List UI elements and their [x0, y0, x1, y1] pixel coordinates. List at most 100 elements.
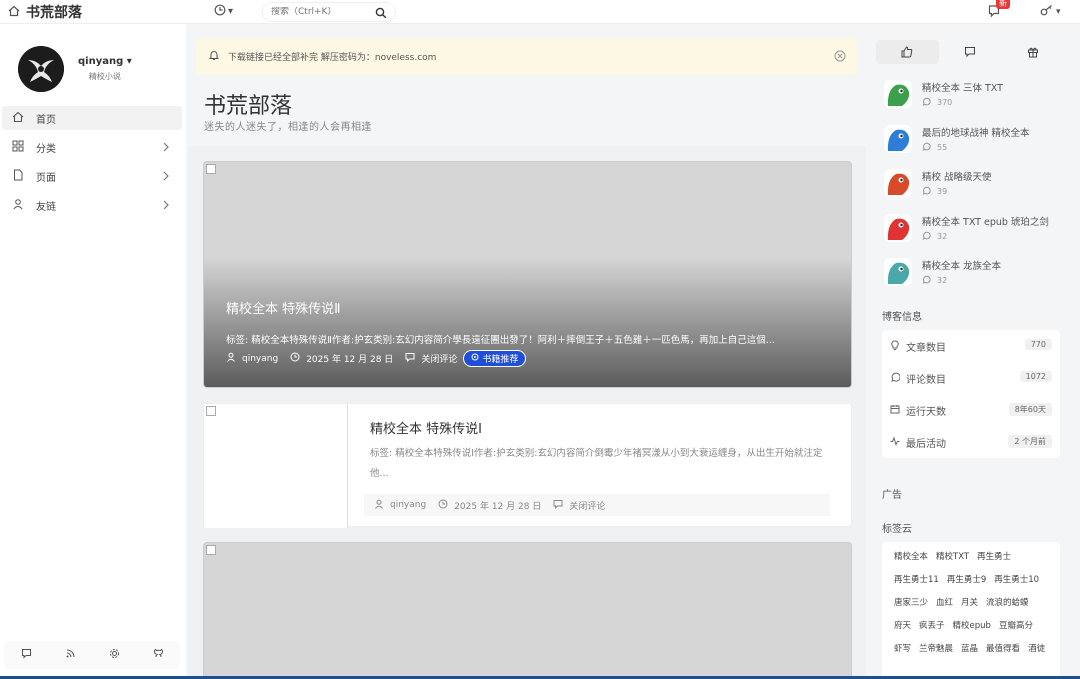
page-subtitle: 迷失的人迷失了，相逢的人会再相逢 [204, 122, 372, 133]
stat-comments: 评论数目 1072 [882, 362, 1060, 394]
post-thumbnail[interactable] [884, 258, 912, 286]
hot-post-item[interactable]: 精校全本 三体 TXT 370 [876, 76, 1064, 121]
tab-gifts[interactable] [1001, 40, 1064, 64]
tag-link[interactable]: 府天 [894, 619, 911, 631]
post-thumbnail[interactable] [884, 124, 912, 153]
post-title[interactable]: 精校 战略级天使 [922, 169, 992, 183]
settings-icon[interactable] [109, 648, 120, 662]
left-sidebar: qinyang ▾ 精校小说 首页 分类 页面 友链 [0, 24, 186, 679]
comment-icon[interactable] [21, 648, 32, 662]
post-title[interactable]: 精校全本 龙族全本 [922, 258, 1001, 272]
comment-count: 370 [922, 97, 952, 108]
hot-post-item[interactable]: 精校 战略级天使 39 [876, 165, 1064, 210]
page-title: 书荒部落 [204, 94, 293, 119]
stat-value: 8年60天 [1008, 403, 1052, 416]
post-title[interactable]: 精校全本 TXT epub 琥珀之剑 [922, 214, 1049, 228]
tag-link[interactable]: 虾写 [894, 642, 911, 654]
post-title[interactable]: 精校全本 三体 TXT [922, 80, 1003, 94]
sidebar-item-links[interactable]: 友链 [2, 193, 182, 217]
comment-icon [922, 186, 931, 197]
calendar-icon [890, 404, 900, 417]
rss-icon[interactable] [65, 648, 76, 662]
github-icon[interactable] [153, 648, 164, 662]
tab-likes[interactable] [876, 40, 939, 64]
user-menu-button[interactable]: ▾ [1040, 4, 1061, 19]
sidebar-item-home[interactable]: 首页 [2, 106, 182, 130]
search-input[interactable] [271, 7, 371, 17]
tag-link[interactable]: 月关 [961, 596, 978, 608]
chevron-right-icon [162, 200, 170, 213]
tag-link[interactable]: 血红 [936, 596, 953, 608]
tag-link[interactable]: 疯丢子 [919, 619, 945, 631]
tag-link[interactable]: 精校epub [953, 619, 991, 631]
sidebar-item-category[interactable]: 分类 [2, 135, 182, 159]
stat-days: 运行天数 8年60天 [882, 394, 1060, 426]
home-icon [12, 111, 24, 126]
tag-link[interactable]: 酒徒 [1028, 642, 1045, 654]
post-date: 2025 年 12 月 28 日 [306, 355, 394, 365]
user-icon [226, 352, 236, 365]
hot-post-item[interactable]: 精校全本 龙族全本 32 [876, 254, 1064, 299]
comment-icon [965, 47, 975, 58]
clock-icon [290, 352, 300, 365]
post-author[interactable]: qinyang [242, 354, 278, 364]
tag-link[interactable]: 再生勇士9 [947, 573, 986, 585]
tag-link[interactable]: 豆瓣高分 [999, 619, 1033, 631]
tag-link[interactable]: 蓝晶 [961, 642, 978, 654]
post-thumbnail[interactable] [884, 169, 912, 197]
profile-subtitle: 精校小说 [88, 72, 121, 81]
stat-posts: 文章数目 770 [882, 330, 1060, 362]
tag-link[interactable]: 最值得看 [986, 642, 1020, 654]
hot-post-item[interactable]: 最后的地球战神 精校全本 55 [876, 121, 1064, 166]
sidebar-item-label: 首页 [36, 114, 56, 126]
stat-value: 2 个月前 [1008, 435, 1052, 448]
post-title[interactable]: 精校全本 特殊传说Ⅰ [370, 418, 482, 437]
post-thumbnail[interactable] [884, 213, 912, 242]
post-author[interactable]: qinyang [390, 500, 426, 510]
tag-link[interactable]: 精校TXT [936, 550, 969, 562]
tag-link[interactable]: 再生勇士10 [994, 573, 1039, 585]
tag-link[interactable]: 精校全本 [894, 550, 928, 562]
post-card-featured[interactable]: 精校全本 特殊传说Ⅱ 标签: 精校全本特殊传说Ⅱ作者:护玄类别:玄幻内容简介學長… [203, 161, 852, 388]
comment-count: 39 [922, 186, 947, 197]
blog-info-title: 博客信息 [882, 312, 922, 323]
post-meta: qinyang 2025 年 12 月 28 日 关闭评论 书籍推荐 [226, 350, 527, 367]
hot-tabs [876, 40, 1064, 64]
tab-comments[interactable] [939, 40, 1002, 64]
user-icon [374, 499, 384, 512]
hot-post-item[interactable]: 精校全本 TXT epub 琥珀之剑 32 [876, 210, 1064, 255]
tag-link[interactable]: 再生勇士11 [894, 573, 939, 585]
sidebar-nav: 首页 分类 页面 友链 [2, 106, 182, 222]
post-thumbnail[interactable] [884, 80, 912, 108]
post-excerpt: 标签: 精校全本特殊传说Ⅰ作者:护玄类别:玄幻内容简介倒霉少年褚冥漾从小到大衰运… [370, 448, 823, 479]
post-card-featured[interactable] [203, 542, 852, 679]
close-icon[interactable] [834, 50, 846, 65]
tag-link[interactable]: 兰帝魅晨 [919, 642, 953, 654]
chevron-right-icon [162, 171, 170, 184]
comment-icon [890, 372, 901, 385]
search-box[interactable] [262, 2, 396, 22]
site-logo[interactable]: 书荒部落 [8, 2, 82, 22]
history-dropdown[interactable]: ▾ [214, 4, 233, 19]
sidebar-footer [4, 641, 180, 669]
tag-link[interactable]: 唐家三少 [894, 596, 928, 608]
search-icon[interactable] [375, 7, 387, 22]
tag-link[interactable]: 流浪的蛤蟆 [986, 596, 1029, 608]
thumbs-up-icon [901, 46, 913, 58]
caret-down-icon: ▾ [1056, 6, 1061, 17]
post-title[interactable]: 精校全本 特殊传说Ⅱ [226, 298, 341, 317]
bulb-icon [890, 340, 900, 353]
notice-text: 下载链接已经全部补完 解压密码为：noveless.com [228, 53, 437, 63]
post-comments: 关闭评论 [569, 501, 606, 512]
post-card[interactable]: 精校全本 特殊传说Ⅰ 标签: 精校全本特殊传说Ⅰ作者:护玄类别:玄幻内容简介倒霉… [203, 403, 852, 528]
post-thumbnail[interactable] [204, 404, 348, 528]
comment-icon [922, 97, 931, 108]
gift-icon [1027, 47, 1038, 58]
user-icon [12, 198, 24, 213]
post-title[interactable]: 最后的地球战神 精校全本 [922, 125, 1030, 139]
sidebar-item-pages[interactable]: 页面 [2, 164, 182, 188]
category-tag[interactable]: 书籍推荐 [463, 350, 527, 367]
avatar[interactable] [18, 46, 64, 92]
profile-username[interactable]: qinyang ▾ [78, 56, 132, 67]
tag-link[interactable]: 再生勇士 [977, 550, 1011, 562]
